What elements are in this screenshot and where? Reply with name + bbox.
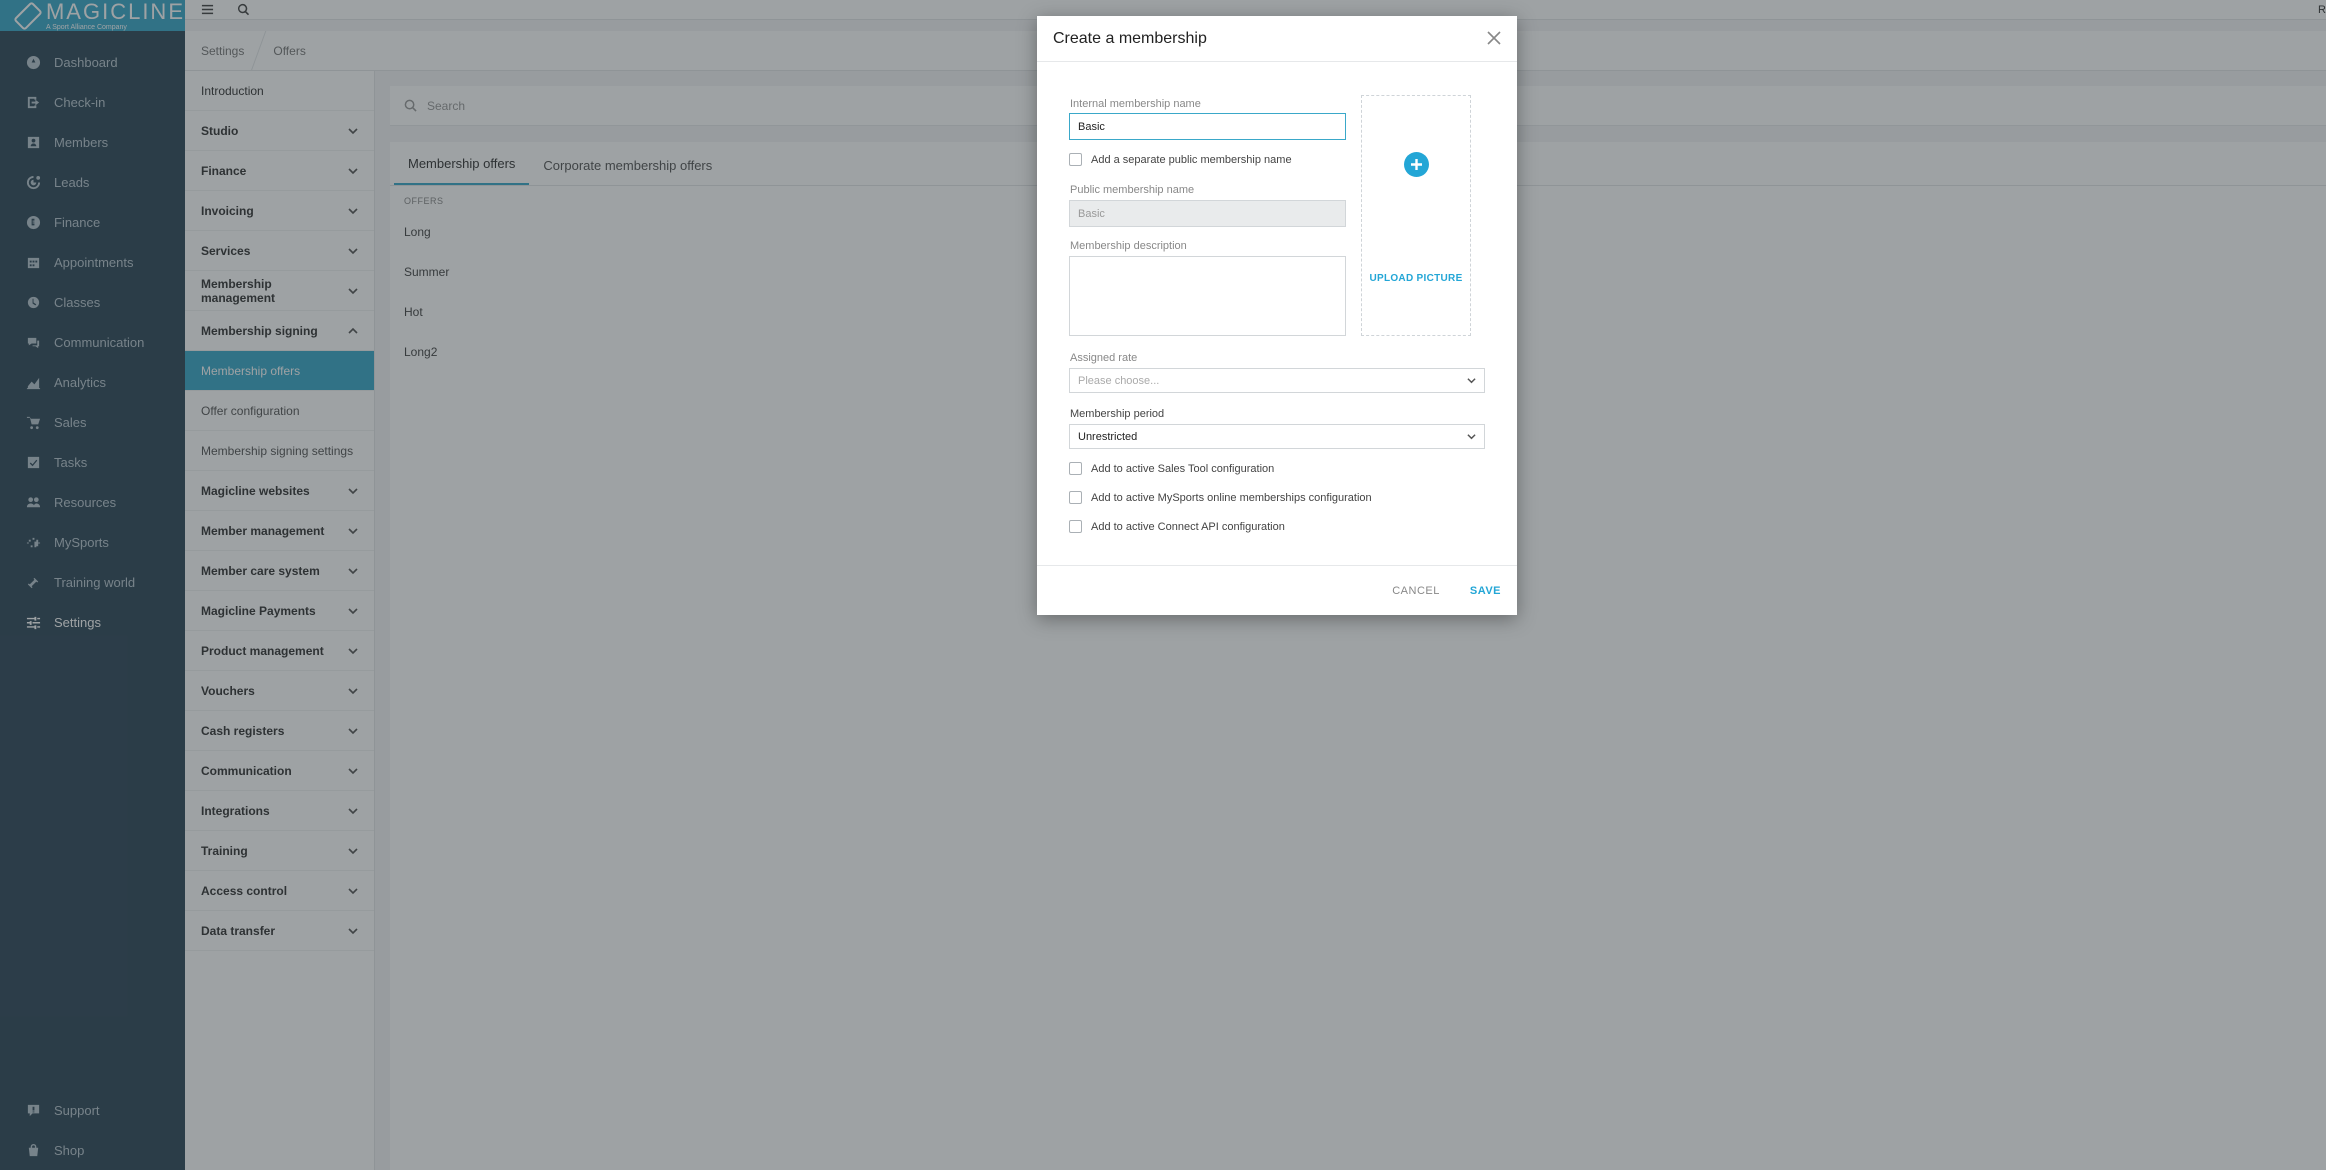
membership-period-label: Membership period: [1070, 408, 1165, 420]
upload-picture-button[interactable]: UPLOAD PICTURE: [1369, 273, 1462, 284]
separate-public-name-label: Add a separate public membership name: [1091, 153, 1292, 166]
separate-public-name-checkbox-row[interactable]: Add a separate public membership name: [1069, 153, 1292, 166]
public-name-label: Public membership name: [1070, 184, 1195, 196]
close-icon[interactable]: [1485, 29, 1503, 47]
assigned-rate-select[interactable]: Please choose...: [1069, 368, 1485, 393]
cancel-button[interactable]: CANCEL: [1392, 585, 1440, 597]
connect-api-checkbox[interactable]: [1069, 520, 1082, 533]
assigned-rate-value: Please choose...: [1078, 374, 1160, 387]
plus-icon[interactable]: [1403, 152, 1429, 177]
connect-api-checkbox-row[interactable]: Add to active Connect API configuration: [1069, 520, 1285, 533]
separate-public-name-checkbox[interactable]: [1069, 153, 1082, 166]
save-button[interactable]: SAVE: [1470, 585, 1501, 597]
membership-period-value: Unrestricted: [1078, 430, 1138, 443]
membership-period-select[interactable]: Unrestricted: [1069, 424, 1485, 449]
mysports-label: Add to active MySports online membership…: [1091, 491, 1372, 504]
internal-name-input[interactable]: Basic: [1069, 113, 1346, 140]
description-textarea[interactable]: [1069, 256, 1346, 336]
mysports-checkbox-row[interactable]: Add to active MySports online membership…: [1069, 491, 1372, 504]
connect-api-label: Add to active Connect API configuration: [1091, 520, 1285, 533]
mysports-checkbox[interactable]: [1069, 491, 1082, 504]
sales-tool-checkbox[interactable]: [1069, 462, 1082, 475]
sales-tool-label: Add to active Sales Tool configuration: [1091, 462, 1275, 475]
description-label: Membership description: [1070, 240, 1187, 252]
chevron-down-icon: [1467, 378, 1476, 384]
internal-name-label: Internal membership name: [1070, 98, 1201, 110]
upload-picture-area[interactable]: UPLOAD PICTURE: [1361, 95, 1471, 336]
sales-tool-checkbox-row[interactable]: Add to active Sales Tool configuration: [1069, 462, 1274, 475]
dialog-title: Create a membership: [1053, 29, 1207, 47]
chevron-down-icon: [1467, 434, 1476, 440]
assigned-rate-label: Assigned rate: [1070, 352, 1138, 364]
create-membership-dialog: Create a membership Internal membership …: [1037, 16, 1517, 615]
public-name-input: Basic: [1069, 200, 1346, 227]
